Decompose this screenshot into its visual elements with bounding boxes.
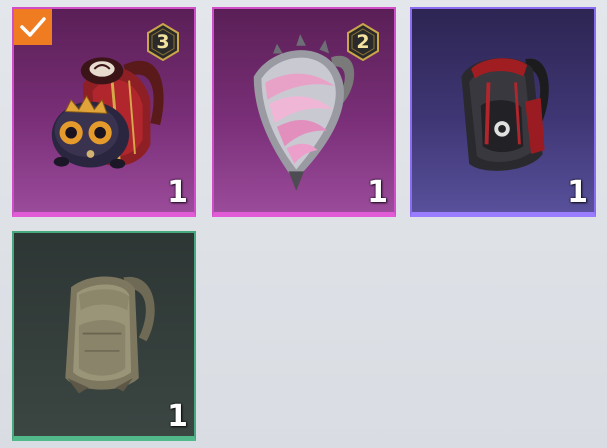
- item-card-mascot-backpack[interactable]: 3 1: [12, 7, 196, 217]
- item-quantity: 1: [367, 175, 388, 210]
- item-quantity: 1: [167, 399, 188, 434]
- selected-checkmark-icon: [14, 9, 52, 45]
- level-number: 3: [156, 31, 170, 53]
- item-card-khaki-backpack[interactable]: 1: [12, 231, 196, 441]
- level-number: 2: [356, 31, 370, 53]
- level-badge: 2: [346, 23, 380, 61]
- level-badge: 3: [146, 23, 180, 61]
- item-quantity: 1: [567, 175, 588, 210]
- item-card-black-backpack[interactable]: 1: [410, 7, 596, 217]
- inventory-grid: 3 1 2 1 1 1: [0, 0, 607, 448]
- item-card-shell-backpack[interactable]: 2 1: [212, 7, 396, 217]
- item-quantity: 1: [167, 175, 188, 210]
